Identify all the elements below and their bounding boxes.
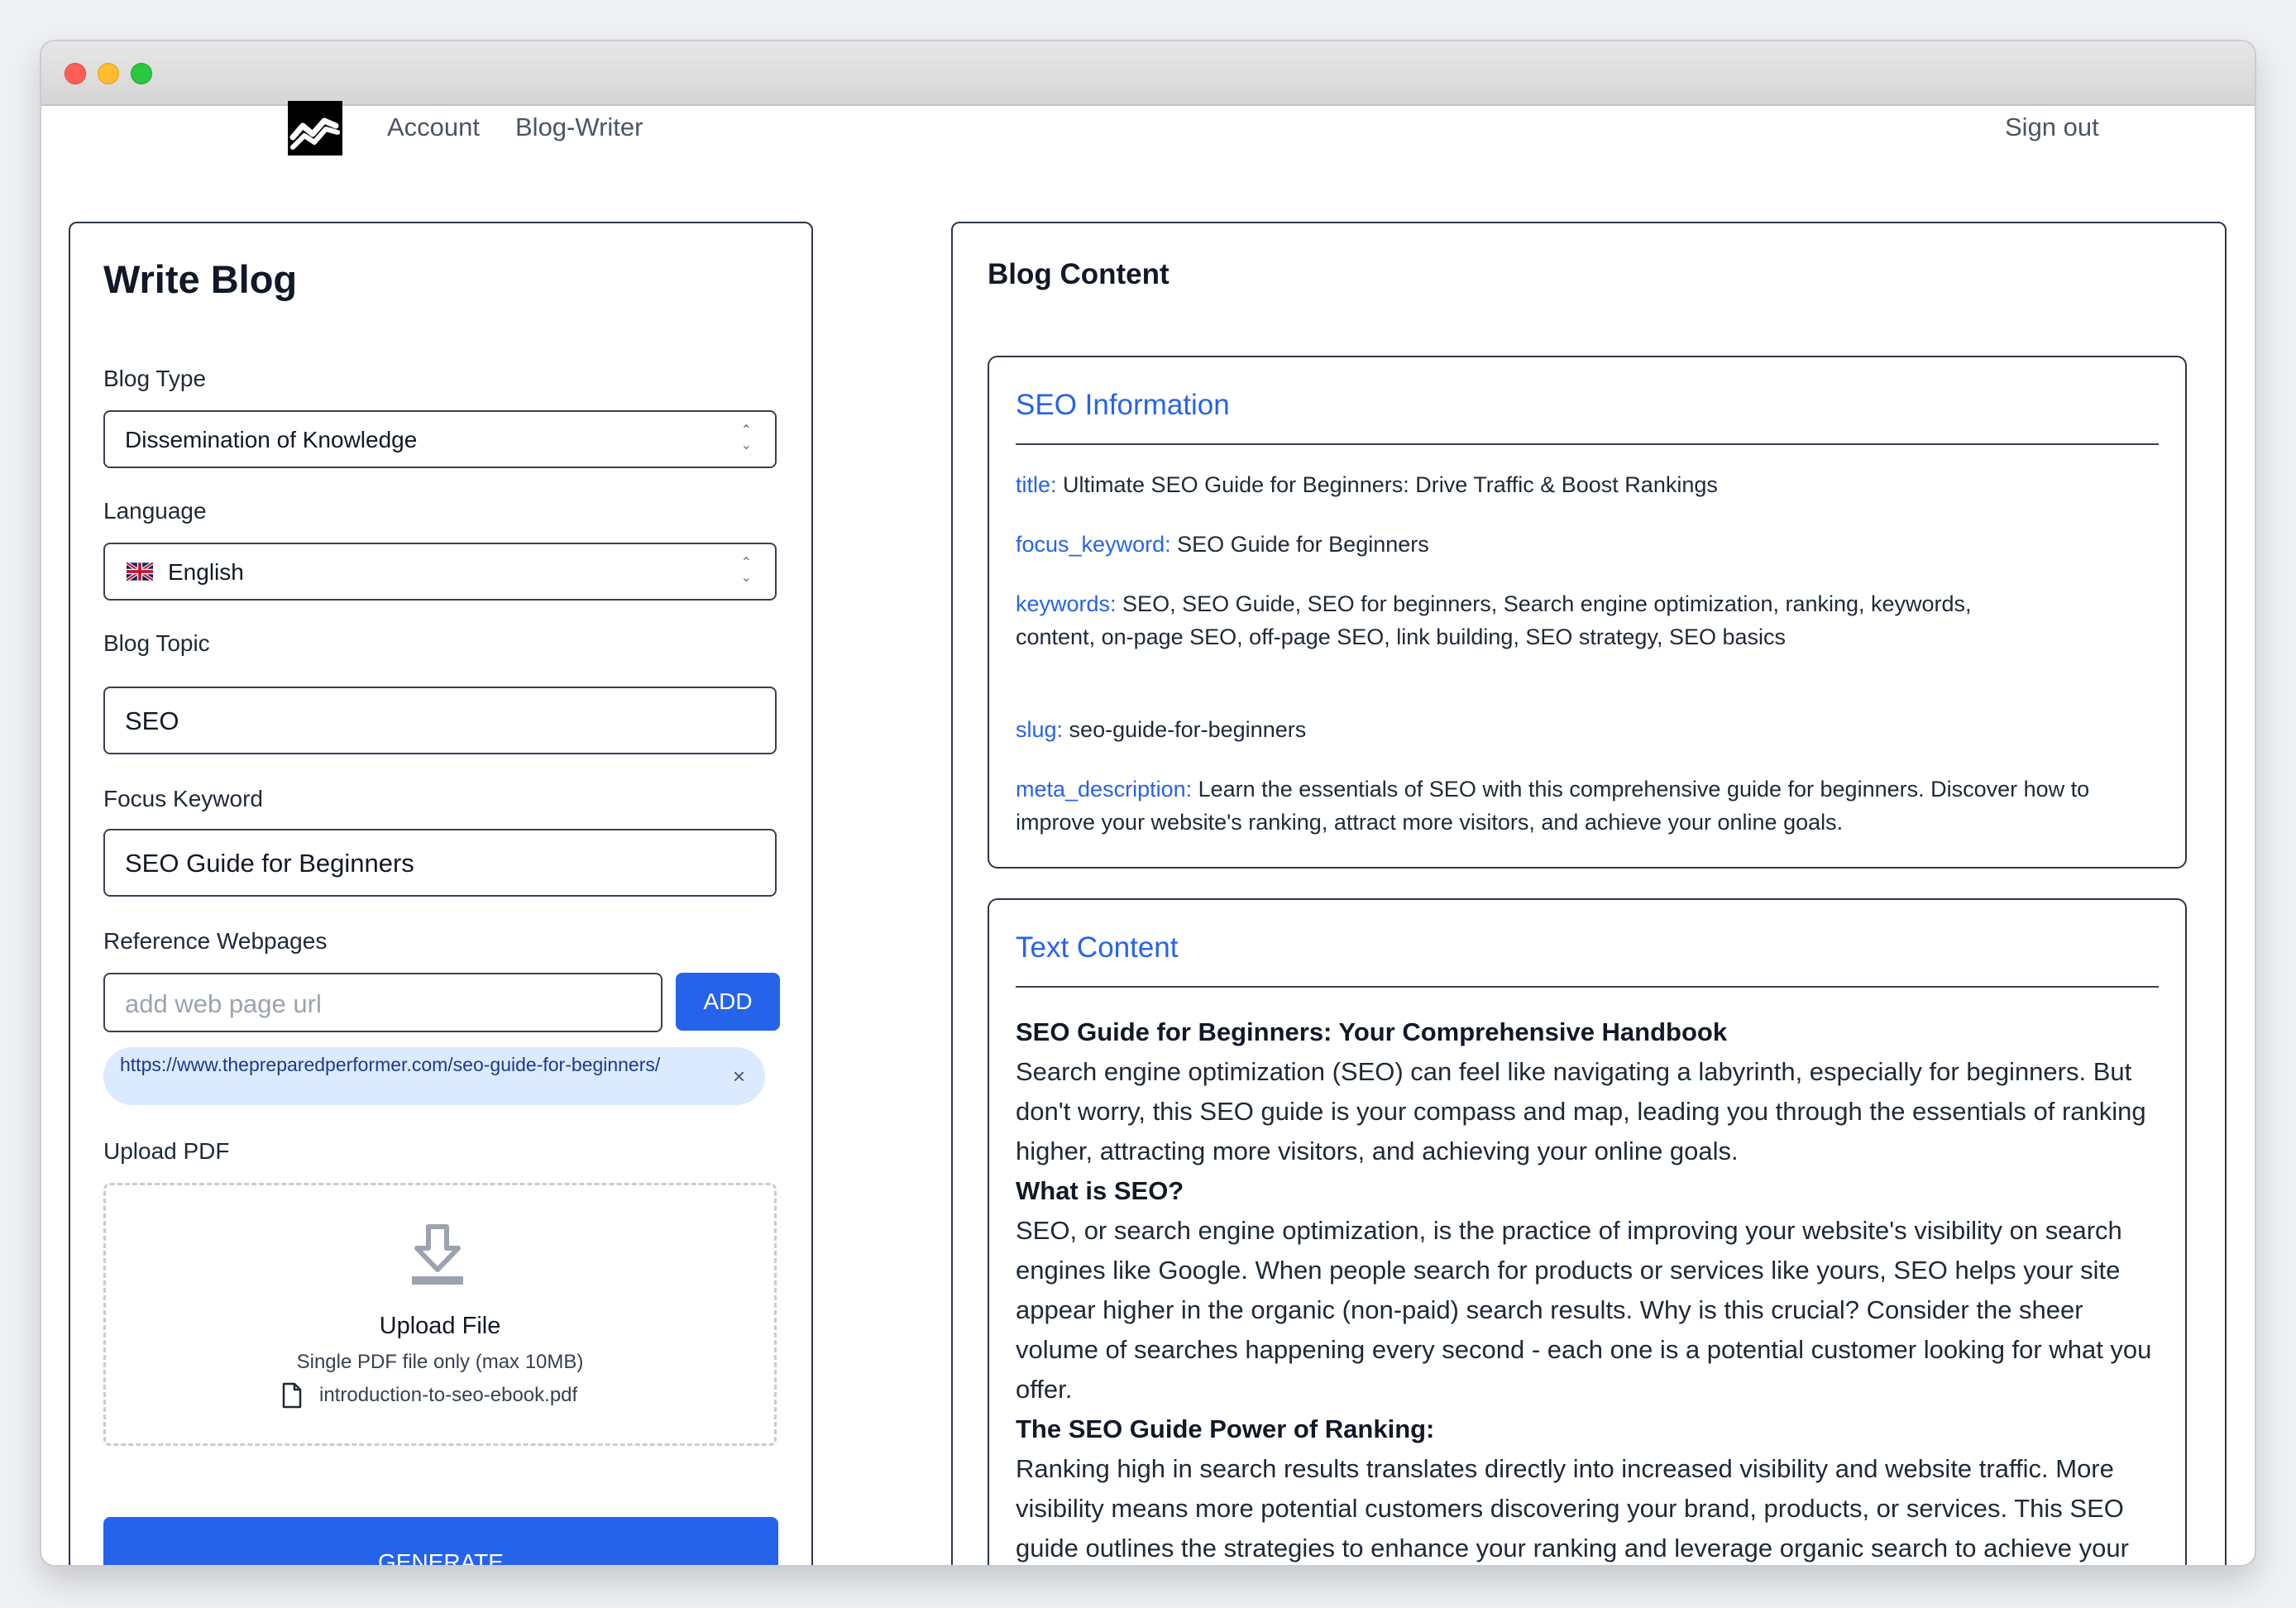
upload-hint: Single PDF file only (max 10MB) bbox=[296, 1351, 584, 1373]
seo-key: title: bbox=[1016, 472, 1057, 497]
seo-key: meta_description: bbox=[1016, 777, 1193, 802]
write-blog-card: Write Blog Blog Type Dissemination of Kn… bbox=[69, 222, 813, 1565]
blog-heading: What is SEO? bbox=[1016, 1176, 1184, 1205]
blog-topic-label: Blog Topic bbox=[103, 630, 210, 656]
web-page-url-input[interactable]: add web page url bbox=[103, 973, 662, 1032]
text-content-panel: Text Content SEO Guide for Beginners: Yo… bbox=[988, 898, 2187, 1565]
language-value: English bbox=[168, 559, 244, 585]
nav-account-link[interactable]: Account bbox=[387, 112, 480, 142]
focus-keyword-label: Focus Keyword bbox=[103, 786, 263, 811]
minimize-window-button[interactable] bbox=[98, 63, 119, 84]
seo-value: seo-guide-for-beginners bbox=[1063, 717, 1307, 742]
language-select[interactable]: English ⌃ ⌄ bbox=[103, 543, 777, 601]
browser-window: Account Blog-Writer Sign out Write Blog … bbox=[41, 41, 2255, 1565]
blog-type-label: Blog Type bbox=[103, 366, 207, 391]
seo-information-panel: SEO Information title: Ultimate SEO Guid… bbox=[988, 356, 2187, 869]
blog-paragraph: Ranking high in search results translate… bbox=[1016, 1454, 2129, 1563]
blog-type-select[interactable]: Dissemination of Knowledge ⌃ ⌄ bbox=[103, 410, 777, 468]
divider bbox=[1016, 986, 2159, 988]
url-placeholder: add web page url bbox=[125, 989, 322, 1018]
app-logo-icon[interactable] bbox=[288, 101, 342, 156]
blog-heading: SEO Guide for Beginners: Your Comprehens… bbox=[1016, 1017, 1728, 1046]
add-url-button[interactable]: ADD bbox=[676, 973, 780, 1031]
blog-content-title: Blog Content bbox=[988, 258, 1170, 290]
seo-focus-keyword-row: focus_keyword: SEO Guide for Beginners bbox=[1016, 528, 2157, 561]
seo-title-row: title: Ultimate SEO Guide for Beginners:… bbox=[1016, 468, 2157, 501]
seo-key: keywords: bbox=[1016, 591, 1117, 616]
upload-dropzone[interactable]: Upload File Single PDF file only (max 10… bbox=[103, 1183, 777, 1446]
seo-meta-description-row: meta_description: Learn the essentials o… bbox=[1016, 773, 2157, 839]
maximize-window-button[interactable] bbox=[131, 63, 152, 84]
blog-text-body: SEO Guide for Beginners: Your Comprehens… bbox=[1016, 1012, 2165, 1565]
blog-paragraph: SEO, or search engine optimization, is t… bbox=[1016, 1216, 2152, 1404]
blog-topic-value: SEO bbox=[125, 706, 179, 735]
download-arrow-icon bbox=[412, 1224, 463, 1285]
reference-url[interactable]: https://www.thepreparedperformer.com/seo… bbox=[120, 1052, 682, 1078]
seo-key: slug: bbox=[1016, 717, 1064, 742]
window-titlebar bbox=[41, 41, 2255, 106]
blog-content-card: Blog Content SEO Information title: Ulti… bbox=[951, 222, 2227, 1565]
upload-pdf-label: Upload PDF bbox=[103, 1138, 230, 1164]
focus-keyword-input[interactable]: SEO Guide for Beginners bbox=[103, 829, 777, 897]
seo-value: SEO Guide for Beginners bbox=[1170, 532, 1429, 557]
reference-url-chip: https://www.thepreparedperformer.com/seo… bbox=[103, 1047, 765, 1105]
write-blog-title: Write Blog bbox=[103, 257, 298, 301]
upload-file-title: Upload File bbox=[379, 1313, 501, 1339]
uk-flag-icon bbox=[127, 562, 153, 581]
select-chevrons-icon: ⌃ ⌄ bbox=[740, 556, 752, 585]
blog-paragraph: Search engine optimization (SEO) can fee… bbox=[1016, 1057, 2146, 1165]
seo-value: Ultimate SEO Guide for Beginners: Drive … bbox=[1056, 472, 1718, 497]
sign-out-link[interactable]: Sign out bbox=[2005, 112, 2099, 142]
seo-value: SEO, SEO Guide, SEO for beginners, Searc… bbox=[1016, 591, 1972, 649]
language-label: Language bbox=[103, 498, 207, 524]
divider bbox=[1016, 443, 2159, 445]
file-icon bbox=[282, 1382, 302, 1409]
blog-heading: The SEO Guide Power of Ranking: bbox=[1016, 1414, 1435, 1443]
blog-topic-input[interactable]: SEO bbox=[103, 687, 777, 754]
focus-keyword-value: SEO Guide for Beginners bbox=[125, 849, 414, 878]
remove-url-icon[interactable]: × bbox=[733, 1064, 745, 1089]
blog-type-value: Dissemination of Knowledge bbox=[125, 427, 418, 452]
seo-key: focus_keyword: bbox=[1016, 532, 1171, 557]
reference-webpages-label: Reference Webpages bbox=[103, 928, 328, 954]
text-content-heading: Text Content bbox=[1016, 931, 1179, 964]
seo-information-heading: SEO Information bbox=[1016, 389, 1230, 421]
nav-blog-writer-link[interactable]: Blog-Writer bbox=[515, 112, 643, 142]
seo-slug-row: slug: seo-guide-for-beginners bbox=[1016, 713, 2157, 746]
seo-keywords-row: keywords: SEO, SEO Guide, SEO for beginn… bbox=[1016, 587, 2000, 653]
generate-button[interactable]: GENERATE bbox=[103, 1517, 778, 1565]
select-chevrons-icon: ⌃ ⌄ bbox=[740, 424, 752, 452]
close-window-button[interactable] bbox=[65, 63, 86, 84]
uploaded-file-name: introduction-to-seo-ebook.pdf bbox=[319, 1384, 578, 1406]
